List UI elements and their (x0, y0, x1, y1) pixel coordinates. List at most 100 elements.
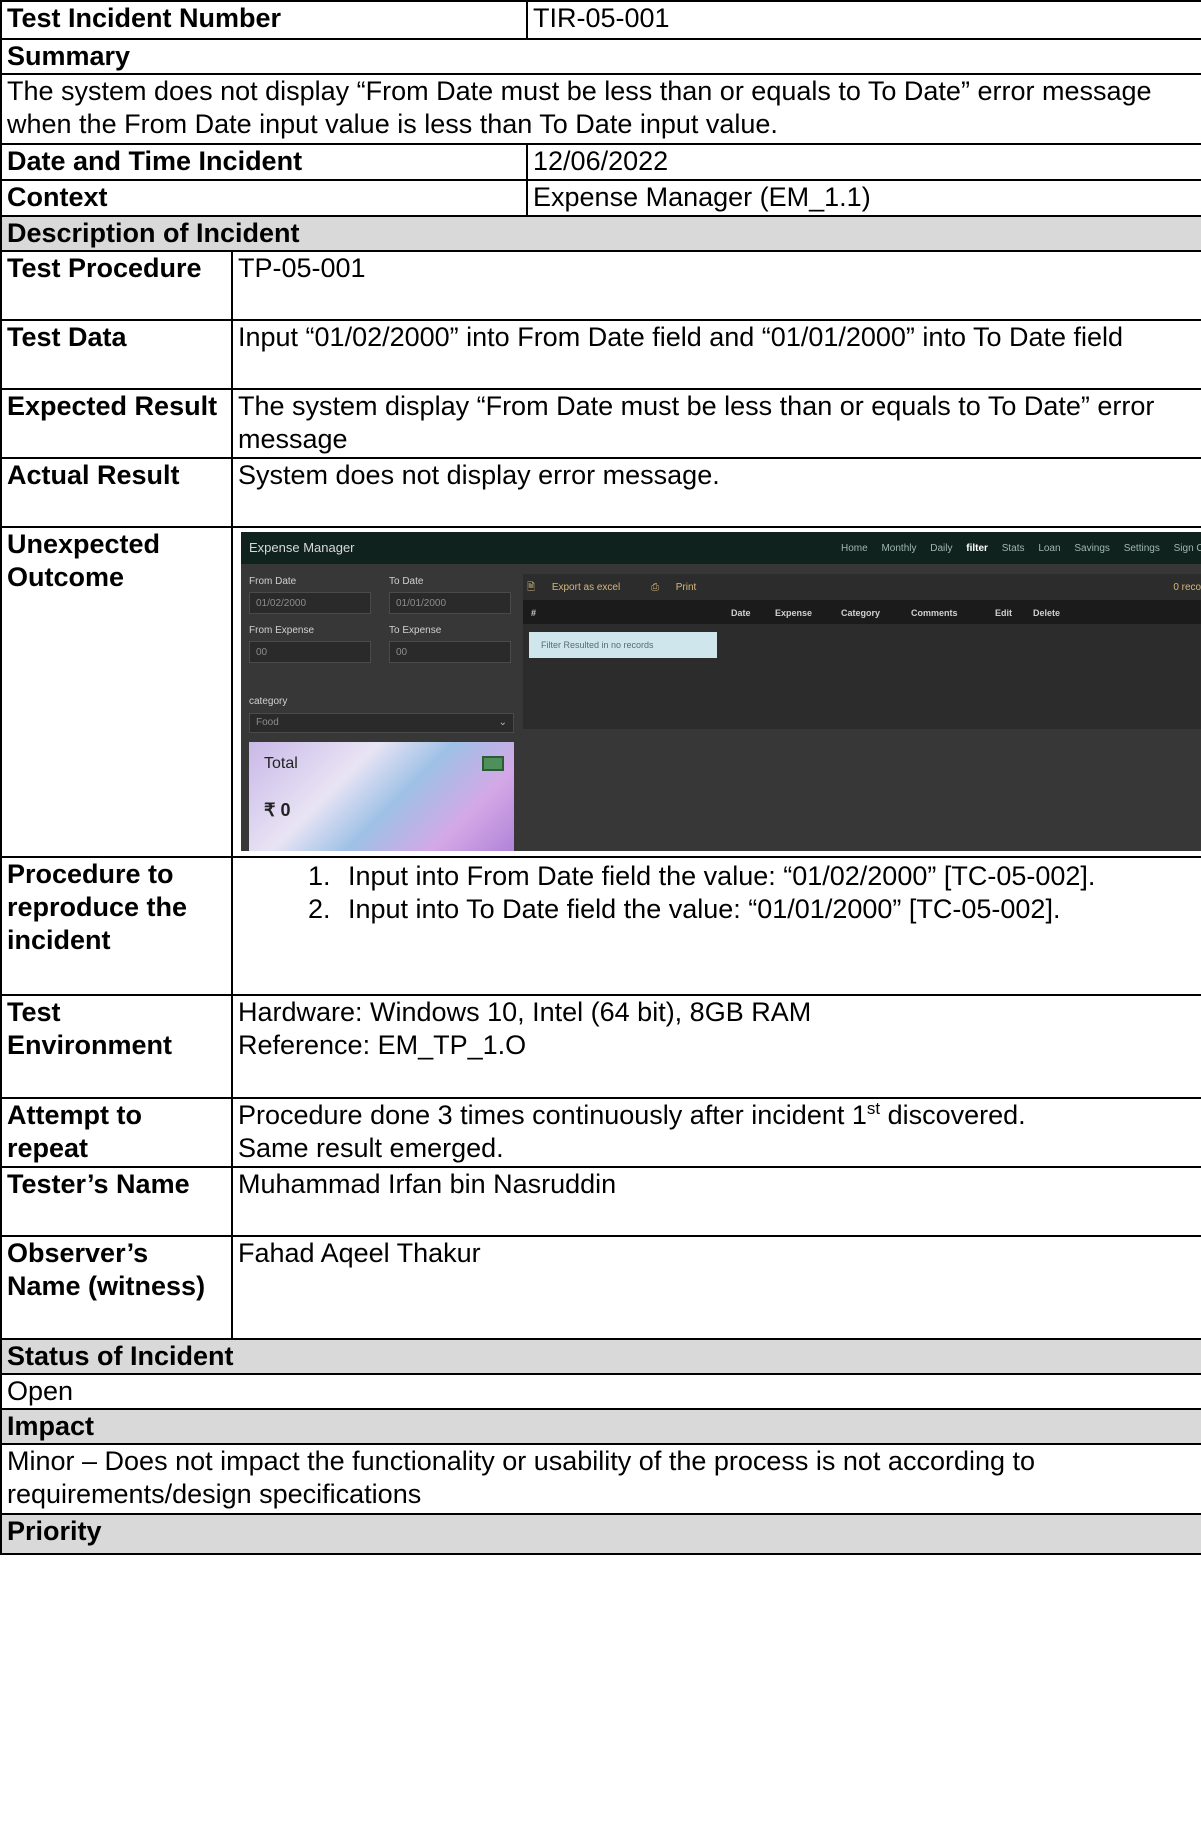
nav-loan: Loan (1038, 543, 1061, 554)
row-attempt: Attempt to repeat Procedure done 3 times… (0, 1097, 1201, 1168)
row-test-procedure: Test Procedure TP-05-001 (0, 250, 1201, 321)
priority-label: Priority (0, 1513, 1201, 1555)
attempt-line-1: Procedure done 3 times continuously afte… (238, 1099, 1197, 1132)
col-index: # (531, 608, 537, 618)
to-expense-label: To Expense (389, 625, 442, 636)
nav-filter: filter (966, 543, 988, 554)
row-status-header: Status of Incident (0, 1338, 1201, 1375)
print-label: Print (675, 582, 697, 593)
status-value: Open (0, 1373, 1201, 1410)
from-date-label: From Date (249, 576, 297, 587)
actual-result-label: Actual Result (0, 457, 233, 528)
row-description-header: Description of Incident (0, 215, 1201, 252)
description-label: Description of Incident (0, 215, 1201, 252)
tester-value: Muhammad Irfan bin Nasruddin (230, 1166, 1201, 1237)
environment-label: Test Environment (0, 994, 233, 1099)
nav-home: Home (841, 543, 868, 554)
incident-number-value: TIR-05-001 (526, 0, 1201, 40)
test-data-value: Input “01/02/2000” into From Date field … (230, 319, 1201, 390)
col-delete: Delete (1033, 608, 1061, 618)
from-expense-field: 00 (249, 641, 371, 663)
row-observer: Observer’s Name (witness) Fahad Aqeel Th… (0, 1235, 1201, 1340)
row-environment: Test Environment Hardware: Windows 10, I… (0, 994, 1201, 1099)
test-data-label: Test Data (0, 319, 233, 390)
summary-label: Summary (0, 38, 1201, 75)
app-screenshot: Expense Manager Home Monthly Daily filte… (241, 532, 1201, 851)
row-context: Context Expense Manager (EM_1.1) (0, 179, 1201, 217)
row-impact-header: Impact (0, 1408, 1201, 1445)
to-date-label: To Date (389, 576, 424, 587)
nav-sign-out: Sign Out (1173, 543, 1201, 554)
col-date: Date (731, 608, 751, 618)
procedure-step: Input into To Date field the value: “01/… (338, 893, 1197, 926)
incident-report-table: Test Incident Number TIR-05-001 Summary … (0, 0, 1201, 1555)
status-label: Status of Incident (0, 1338, 1201, 1375)
tester-label: Tester’s Name (0, 1166, 233, 1237)
export-excel-link: 🗎 Export as excel (527, 582, 634, 593)
test-procedure-value: TP-05-001 (230, 250, 1201, 321)
row-date-time: Date and Time Incident 12/06/2022 (0, 143, 1201, 181)
print-link: ⎙ Print (651, 582, 710, 593)
procedure-label: Procedure to reproduce the incident (0, 856, 233, 996)
context-value: Expense Manager (EM_1.1) (526, 179, 1201, 217)
unexpected-outcome-cell: Expense Manager Home Monthly Daily filte… (230, 526, 1201, 858)
total-card: Total ₹ 0 (249, 742, 514, 851)
unexpected-outcome-label: Unexpected Outcome (0, 526, 233, 858)
from-date-field: 01/02/2000 (249, 592, 371, 614)
attempt-ordinal: st (866, 1099, 881, 1118)
impact-label: Impact (0, 1408, 1201, 1445)
excel-icon: 🗎 (527, 582, 538, 593)
row-actual-result: Actual Result System does not display er… (0, 457, 1201, 528)
date-time-value: 12/06/2022 (526, 143, 1201, 181)
category-label: category (249, 696, 288, 707)
row-summary-text: The system does not display “From Date m… (0, 73, 1201, 145)
col-comments: Comments (911, 608, 958, 618)
app-brand: Expense Manager (249, 540, 355, 555)
row-unexpected-outcome: Unexpected Outcome Expense Manager Home … (0, 526, 1201, 858)
environment-reference: Reference: EM_TP_1.O (238, 1030, 527, 1060)
row-impact-value: Minor – Does not impact the functionalit… (0, 1443, 1201, 1515)
summary-text: The system does not display “From Date m… (0, 73, 1201, 145)
results-toolbar: 🗎 Export as excel ⎙ Print (527, 582, 724, 594)
attempt-label: Attempt to repeat (0, 1097, 233, 1168)
date-time-label: Date and Time Incident (0, 143, 529, 181)
attempt-text-b: discovered. (880, 1100, 1026, 1130)
col-category: Category (841, 608, 881, 618)
category-select: Food ⌄ (249, 713, 514, 733)
actual-result-value: System does not display error message. (230, 457, 1201, 528)
observer-value: Fahad Aqeel Thakur (230, 1235, 1201, 1340)
app-navbar: Expense Manager Home Monthly Daily filte… (241, 532, 1201, 564)
row-expected-result: Expected Result The system display “From… (0, 388, 1201, 459)
test-procedure-label: Test Procedure (0, 250, 233, 321)
category-value: Food (256, 717, 279, 728)
expected-result-value: The system display “From Date must be le… (230, 388, 1201, 459)
total-label: Total (264, 755, 298, 772)
results-table-header: # Date Expense Category Comments Edit De… (523, 600, 1201, 624)
nav-savings: Savings (1074, 543, 1110, 554)
attempt-line-2: Same result emerged. (238, 1133, 504, 1163)
expected-result-label: Expected Result (0, 388, 233, 459)
procedure-steps: Input into From Date field the value: “0… (238, 860, 1197, 926)
procedure-step: Input into From Date field the value: “0… (338, 860, 1197, 893)
app-nav-items: Home Monthly Daily filter Stats Loan Sav… (841, 543, 1201, 555)
nav-monthly: Monthly (881, 543, 917, 554)
nav-stats: Stats (1001, 543, 1025, 554)
chevron-down-icon: ⌄ (498, 717, 507, 728)
nav-settings: Settings (1123, 543, 1160, 554)
to-expense-field: 00 (389, 641, 511, 663)
cash-icon (482, 756, 504, 771)
record-count: 0 records (1173, 582, 1201, 593)
col-expense: Expense (775, 608, 813, 618)
row-priority-header: Priority (0, 1513, 1201, 1555)
total-value: ₹ 0 (264, 800, 291, 820)
impact-value: Minor – Does not impact the functionalit… (0, 1443, 1201, 1515)
row-summary-header: Summary (0, 38, 1201, 75)
attempt-cell: Procedure done 3 times continuously afte… (230, 1097, 1201, 1168)
no-records-notice: Filter Resulted in no records (529, 632, 717, 658)
row-test-data: Test Data Input “01/02/2000” into From D… (0, 319, 1201, 390)
results-panel: 🗎 Export as excel ⎙ Print 0 records # Da… (523, 574, 1201, 729)
row-procedure: Procedure to reproduce the incident Inpu… (0, 856, 1201, 996)
print-icon: ⎙ (650, 582, 662, 593)
context-label: Context (0, 179, 529, 217)
environment-cell: Hardware: Windows 10, Intel (64 bit), 8G… (230, 994, 1201, 1099)
